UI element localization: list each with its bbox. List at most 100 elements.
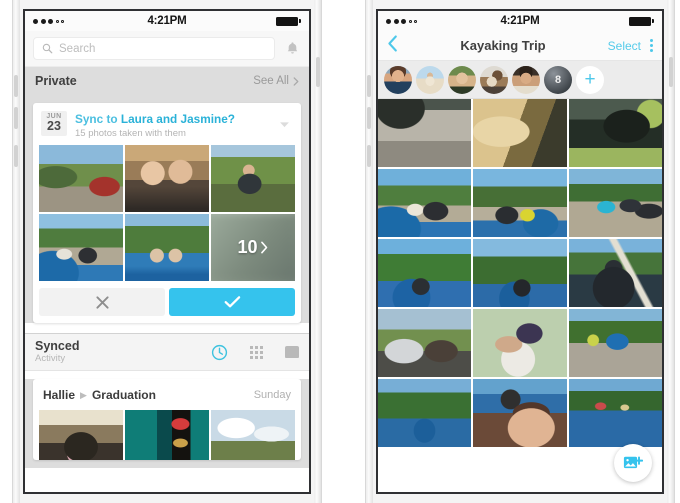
- photo-thumb[interactable]: [568, 309, 662, 377]
- right-phone-volume-down-button[interactable]: [367, 107, 371, 129]
- check-icon: [224, 296, 240, 308]
- photo-thumb[interactable]: [568, 239, 662, 307]
- photo-thumb[interactable]: [125, 410, 209, 460]
- members-overflow-label: 8: [554, 73, 562, 86]
- album-nav-bar: Kayaking Trip Select: [378, 31, 662, 61]
- photo-thumb[interactable]: [39, 145, 123, 212]
- photo-thumb[interactable]: [568, 99, 662, 167]
- sync-card-title-prefix: Sync to: [75, 112, 121, 126]
- sync-card-title: Sync to Laura and Jasmine?: [75, 112, 271, 126]
- album-members-row: 8 +: [378, 61, 662, 99]
- sync-card-header: JUN 23 Sync to Laura and Jasmine? 15 pho…: [33, 103, 301, 145]
- section-title: Private: [35, 74, 77, 88]
- right-phone-screen: 4:21PM Kayaking Trip Select 8 +: [376, 9, 664, 494]
- photo-thumb[interactable]: [39, 214, 123, 281]
- folder-icon[interactable]: [285, 346, 299, 358]
- event-card-photo-strip: [33, 410, 301, 460]
- sync-suggestion-card[interactable]: JUN 23 Sync to Laura and Jasmine? 15 pho…: [33, 103, 301, 323]
- search-placeholder: Search: [59, 42, 96, 55]
- sync-card-titles: Sync to Laura and Jasmine? 15 photos tak…: [75, 111, 271, 139]
- plus-icon: +: [584, 68, 596, 90]
- photo-thumb[interactable]: [378, 169, 472, 237]
- photo-thumb[interactable]: [211, 410, 295, 460]
- event-name: Graduation: [91, 388, 156, 402]
- add-member-button[interactable]: +: [576, 65, 604, 94]
- clock-icon[interactable]: [211, 344, 228, 361]
- members-overflow-count[interactable]: 8: [544, 65, 572, 94]
- photo-thumb[interactable]: [125, 145, 209, 212]
- sync-card-title-names: Laura and Jasmine?: [120, 112, 235, 126]
- synced-subtitle: Activity: [35, 353, 66, 365]
- left-phone-volume-up-button[interactable]: [14, 75, 18, 97]
- avatar-member-5[interactable]: [512, 65, 540, 94]
- album-photo-grid: [378, 99, 662, 447]
- search-icon: [42, 43, 53, 54]
- screenshot-root: 4:21PM Search Private See All JUN 23 Syn…: [0, 0, 680, 503]
- sync-card-subtitle: 15 photos taken with them: [75, 128, 186, 139]
- chevron-right-icon: [260, 241, 267, 254]
- photo-overflow-count: 10: [211, 214, 295, 281]
- left-phone-power-button[interactable]: [316, 57, 320, 87]
- grid-icon[interactable]: [250, 345, 263, 359]
- photo-thumb[interactable]: [568, 379, 662, 447]
- right-phone-frame: 4:21PM Kayaking Trip Select 8 +: [365, 0, 675, 503]
- date-chip: JUN 23: [41, 111, 67, 137]
- photo-thumb[interactable]: [378, 309, 472, 377]
- left-phone-volume-down-button[interactable]: [14, 107, 18, 129]
- see-all-label: See All: [253, 75, 289, 87]
- left-feed: JUN 23 Sync to Laura and Jasmine? 15 pho…: [25, 95, 309, 323]
- status-bar-time: 4:21PM: [147, 15, 187, 27]
- photo-thumb[interactable]: [473, 169, 567, 237]
- photo-thumb[interactable]: [125, 214, 209, 281]
- photo-thumb[interactable]: [378, 99, 472, 167]
- photo-thumb[interactable]: [378, 379, 472, 447]
- chevron-right-icon: [293, 76, 299, 86]
- avatar-member-2[interactable]: [416, 65, 444, 94]
- photo-thumb[interactable]: [211, 145, 295, 212]
- left-search-bar: Search: [25, 31, 309, 67]
- photo-thumb[interactable]: [473, 309, 567, 377]
- date-day: 23: [47, 119, 61, 133]
- dismiss-button[interactable]: [39, 288, 165, 316]
- photo-thumb[interactable]: [473, 99, 567, 167]
- photo-thumb[interactable]: [568, 169, 662, 237]
- avatar-member-3[interactable]: [448, 65, 476, 94]
- left-phone-mute-switch[interactable]: [14, 145, 18, 167]
- synced-labels: Synced Activity: [35, 339, 79, 365]
- synced-view-tabs: [211, 344, 299, 361]
- avatar-member-4[interactable]: [480, 65, 508, 94]
- confirm-button[interactable]: [169, 288, 295, 316]
- sync-card-photo-grid: 10: [33, 145, 301, 281]
- left-phone-screen: 4:21PM Search Private See All JUN 23 Syn…: [23, 9, 311, 494]
- right-phone-power-button[interactable]: [669, 57, 673, 87]
- right-phone-mute-switch[interactable]: [367, 145, 371, 167]
- bell-icon[interactable]: [283, 39, 301, 59]
- see-all-button[interactable]: See All: [253, 75, 299, 87]
- add-photo-icon: [623, 456, 643, 469]
- photo-thumb[interactable]: [39, 410, 123, 460]
- more-vertical-icon[interactable]: [650, 39, 653, 52]
- avatar-member-1[interactable]: [384, 65, 412, 94]
- chevron-right-icon: ▶: [80, 389, 87, 400]
- back-button[interactable]: [387, 35, 398, 56]
- photo-thumb[interactable]: [378, 239, 472, 307]
- photo-thumb[interactable]: [473, 239, 567, 307]
- event-card[interactable]: Hallie ▶ Graduation Sunday: [33, 379, 301, 460]
- photo-overflow-thumb[interactable]: 10: [211, 214, 295, 281]
- synced-activity-header: Synced Activity: [25, 333, 309, 371]
- photo-overflow-count-label: 10: [237, 237, 258, 257]
- event-day: Sunday: [253, 389, 291, 401]
- left-phone-frame: 4:21PM Search Private See All JUN 23 Syn…: [12, 0, 322, 503]
- album-title: Kayaking Trip: [460, 38, 546, 53]
- chevron-down-icon: [280, 122, 289, 128]
- sync-card-collapse-button[interactable]: [279, 111, 293, 133]
- event-owner: Hallie: [43, 388, 76, 402]
- chevron-left-icon: [388, 35, 397, 52]
- search-input[interactable]: Search: [33, 37, 275, 60]
- photo-thumb[interactable]: [473, 379, 567, 447]
- add-photo-button[interactable]: [614, 444, 652, 482]
- left-status-bar: 4:21PM: [25, 11, 309, 31]
- status-bar-time: 4:21PM: [500, 15, 540, 27]
- select-button[interactable]: Select: [608, 39, 641, 53]
- right-phone-volume-up-button[interactable]: [367, 75, 371, 97]
